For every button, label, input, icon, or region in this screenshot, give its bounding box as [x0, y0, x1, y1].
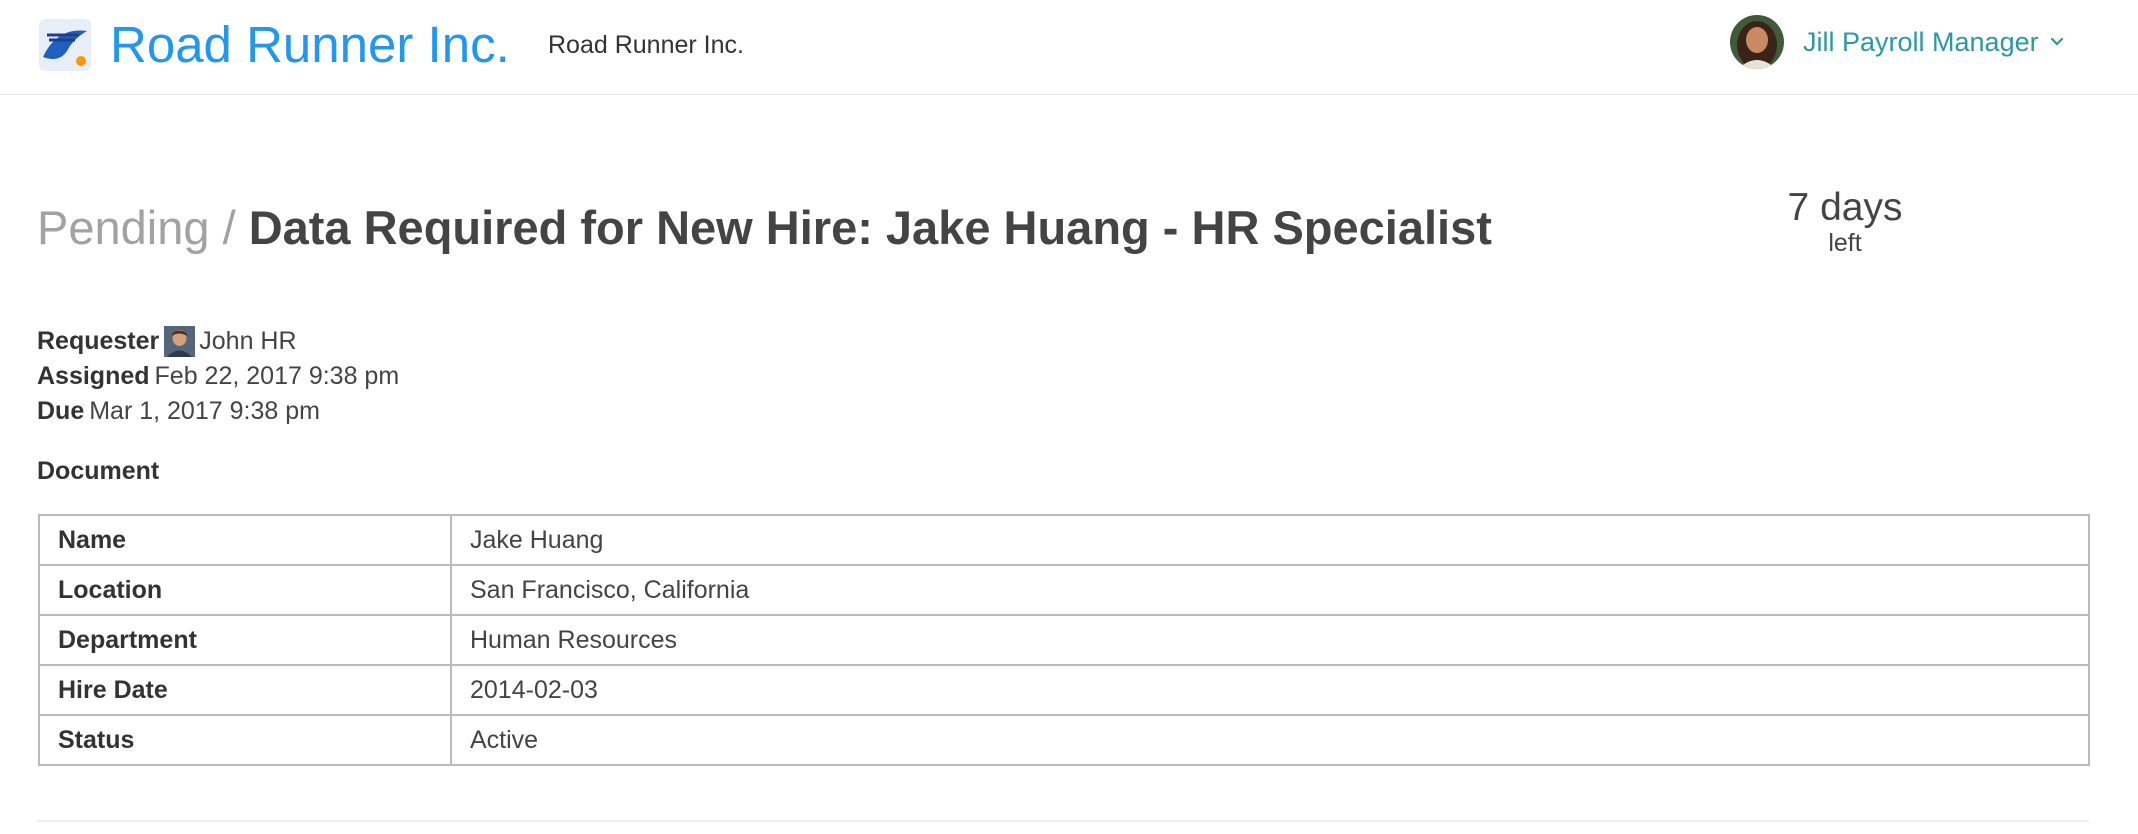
task-meta: Requester John HR Assigned Feb 22, 2017 … — [37, 324, 399, 429]
field-label: Name — [38, 514, 452, 566]
requester-row: Requester John HR — [37, 324, 399, 359]
page-title-row: Pending / Data Required for New Hire: Ja… — [37, 196, 1492, 260]
page-title: Data Required for New Hire: Jake Huang -… — [248, 201, 1492, 254]
requester-value[interactable]: John HR — [199, 324, 296, 359]
field-value: San Francisco, California — [450, 564, 2090, 616]
countdown-unit: left — [1828, 229, 1862, 257]
field-label: Hire Date — [38, 664, 452, 716]
due-value: Mar 1, 2017 9:38 pm — [89, 397, 320, 425]
user-menu[interactable]: Jill Payroll Manager — [1730, 14, 2065, 70]
chevron-down-icon[interactable] — [2049, 34, 2065, 50]
countdown-value: 7 days — [1787, 186, 1903, 229]
assigned-row: Assigned Feb 22, 2017 9:38 pm — [37, 359, 399, 394]
table-row: Status Active — [38, 714, 2090, 766]
field-value: 2014-02-03 — [450, 664, 2090, 716]
table-row: Department Human Resources — [38, 614, 2090, 666]
top-header: Road Runner Inc. Road Runner Inc. Jill P… — [0, 0, 2138, 95]
due-countdown: 7 days left — [1770, 186, 1920, 256]
company-name: Road Runner Inc. — [548, 31, 744, 59]
field-value: Human Resources — [450, 614, 2090, 666]
field-value: Active — [450, 714, 2090, 766]
due-label: Due — [37, 397, 85, 425]
table-row: Name Jake Huang — [38, 514, 2090, 566]
assigned-value: Feb 22, 2017 9:38 pm — [154, 362, 400, 390]
field-label: Location — [38, 564, 452, 616]
assigned-label: Assigned — [37, 362, 150, 390]
document-table: Name Jake Huang Location San Francisco, … — [38, 514, 2090, 766]
document-heading: Document — [37, 457, 160, 485]
breadcrumb-pending[interactable]: Pending — [37, 201, 210, 254]
roadrunner-logo-icon[interactable] — [37, 17, 93, 73]
brand-name[interactable]: Road Runner Inc. — [110, 14, 510, 76]
field-value: Jake Huang — [450, 514, 2090, 566]
table-row: Hire Date 2014-02-03 — [38, 664, 2090, 716]
divider — [37, 820, 2089, 822]
field-label: Status — [38, 714, 452, 766]
table-row: Location San Francisco, California — [38, 564, 2090, 616]
due-row: Due Mar 1, 2017 9:38 pm — [37, 394, 399, 429]
requester-label: Requester — [37, 327, 160, 355]
user-name[interactable]: Jill Payroll Manager — [1803, 27, 2039, 58]
requester-avatar — [164, 326, 196, 357]
field-label: Department — [38, 614, 452, 666]
breadcrumb-separator: / — [222, 201, 236, 254]
user-avatar — [1730, 15, 1784, 69]
